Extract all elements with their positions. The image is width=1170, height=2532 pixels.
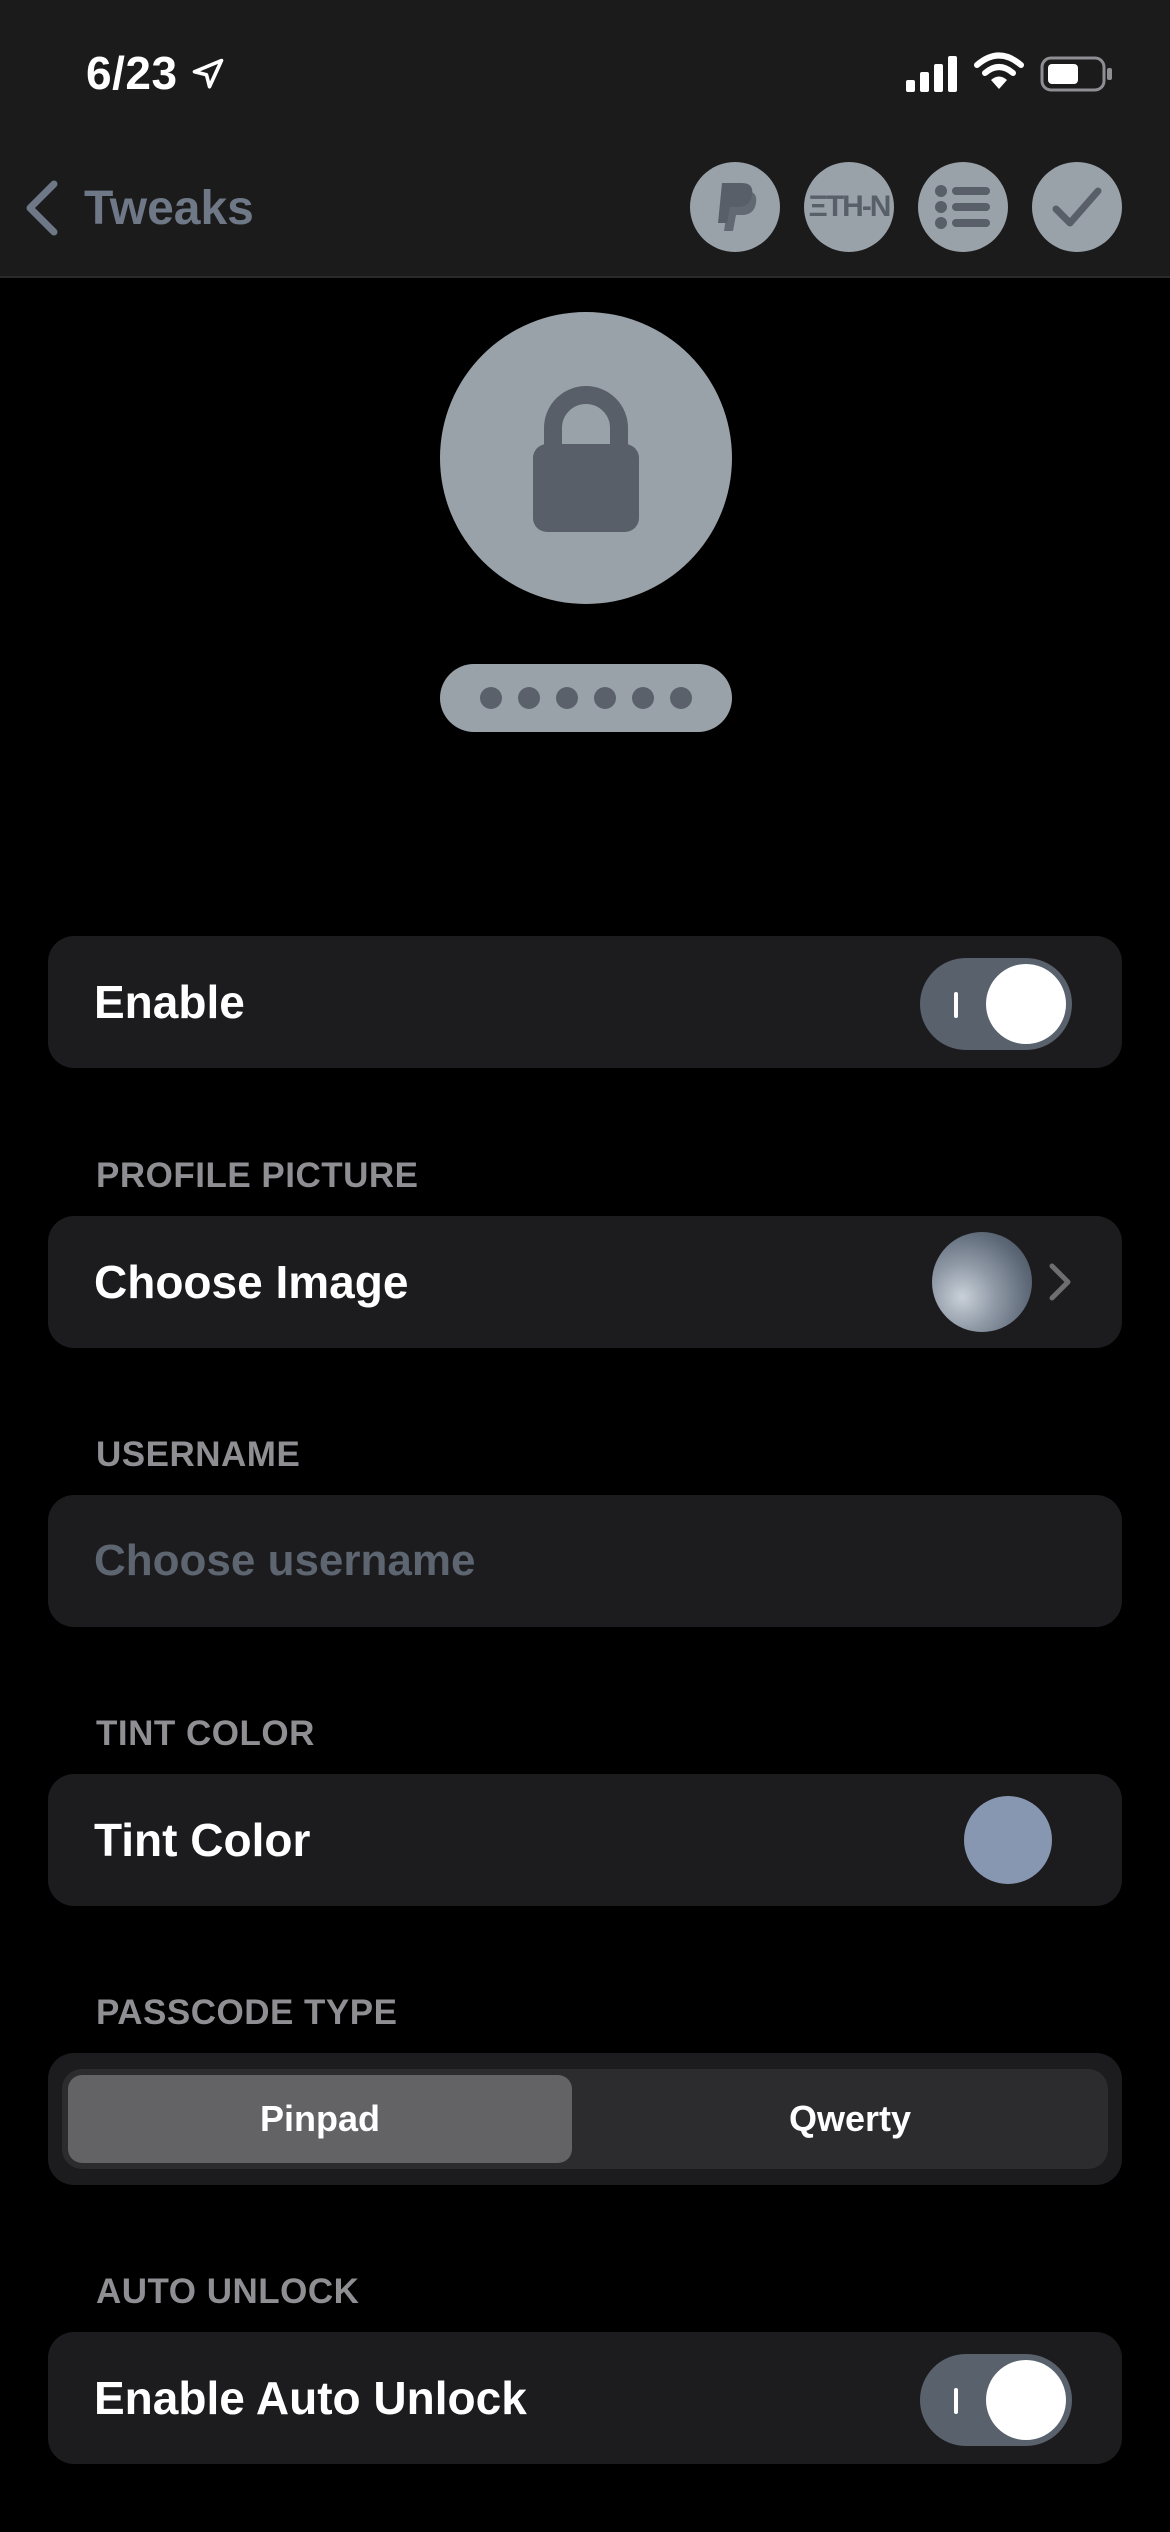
passcode-dots-preview <box>440 664 732 732</box>
passcode-dot <box>556 687 578 709</box>
toggle-knob <box>986 2360 1066 2440</box>
passcode-dot <box>518 687 540 709</box>
tint-color-swatch[interactable] <box>964 1796 1052 1884</box>
segment-qwerty[interactable]: Qwerty <box>598 2075 1102 2163</box>
username-cell <box>48 1495 1122 1627</box>
passcode-dot <box>480 687 502 709</box>
eth-button[interactable]: ΞTH-N <box>804 162 894 252</box>
list-icon <box>935 185 990 229</box>
passcode-type-segmented-control: Pinpad Qwerty <box>62 2069 1108 2169</box>
auto-unlock-label: Enable Auto Unlock <box>94 2372 527 2424</box>
status-time: 6/23 <box>86 47 178 99</box>
auto-unlock-toggle[interactable] <box>920 2354 1072 2446</box>
toggle-on-mark <box>954 992 958 1018</box>
tint-color-cell: Tint Color <box>48 1774 1122 1906</box>
passcode-type-header: PASSCODE TYPE <box>96 1993 398 2032</box>
battery-icon <box>1040 56 1112 92</box>
back-button[interactable]: Tweaks <box>22 170 254 246</box>
passcode-dot <box>670 687 692 709</box>
paypal-button[interactable] <box>690 162 780 252</box>
segment-pinpad[interactable]: Pinpad <box>68 2075 572 2163</box>
passcode-dot <box>632 687 654 709</box>
chevron-left-icon <box>26 180 58 236</box>
passcode-type-cell: Pinpad Qwerty <box>48 2053 1122 2185</box>
choose-image-cell[interactable]: Choose Image <box>48 1216 1122 1348</box>
confirm-button[interactable] <box>1032 162 1122 252</box>
auto-unlock-cell: Enable Auto Unlock <box>48 2332 1122 2464</box>
username-input[interactable] <box>94 1495 1074 1627</box>
choose-image-label: Choose Image <box>94 1256 409 1308</box>
enable-label: Enable <box>94 976 245 1028</box>
top-bar: 6/23 Tweaks ΞTH-N <box>0 0 1170 278</box>
profile-image-thumbnail <box>932 1232 1032 1332</box>
toggle-on-mark <box>954 2388 958 2414</box>
lock-preview <box>440 312 732 604</box>
checkmark-icon <box>1052 187 1102 227</box>
chevron-right-icon <box>1049 1263 1071 1301</box>
tint-color-label: Tint Color <box>94 1814 311 1866</box>
cellular-signal-icon <box>906 56 957 92</box>
back-label: Tweaks <box>84 181 254 235</box>
lock-icon <box>533 386 639 532</box>
toggle-knob <box>986 964 1066 1044</box>
username-header: USERNAME <box>96 1435 301 1474</box>
auto-unlock-header: AUTO UNLOCK <box>96 2272 360 2311</box>
wifi-icon <box>974 52 1024 89</box>
passcode-dot <box>594 687 616 709</box>
paypal-icon <box>718 183 757 231</box>
enable-cell: Enable <box>48 936 1122 1068</box>
tint-color-header: TINT COLOR <box>96 1714 315 1753</box>
eth-icon: ΞTH-N <box>808 190 892 223</box>
enable-toggle[interactable] <box>920 958 1072 1050</box>
location-arrow-icon <box>192 58 224 89</box>
profile-picture-header: PROFILE PICTURE <box>96 1156 419 1195</box>
list-button[interactable] <box>918 162 1008 252</box>
